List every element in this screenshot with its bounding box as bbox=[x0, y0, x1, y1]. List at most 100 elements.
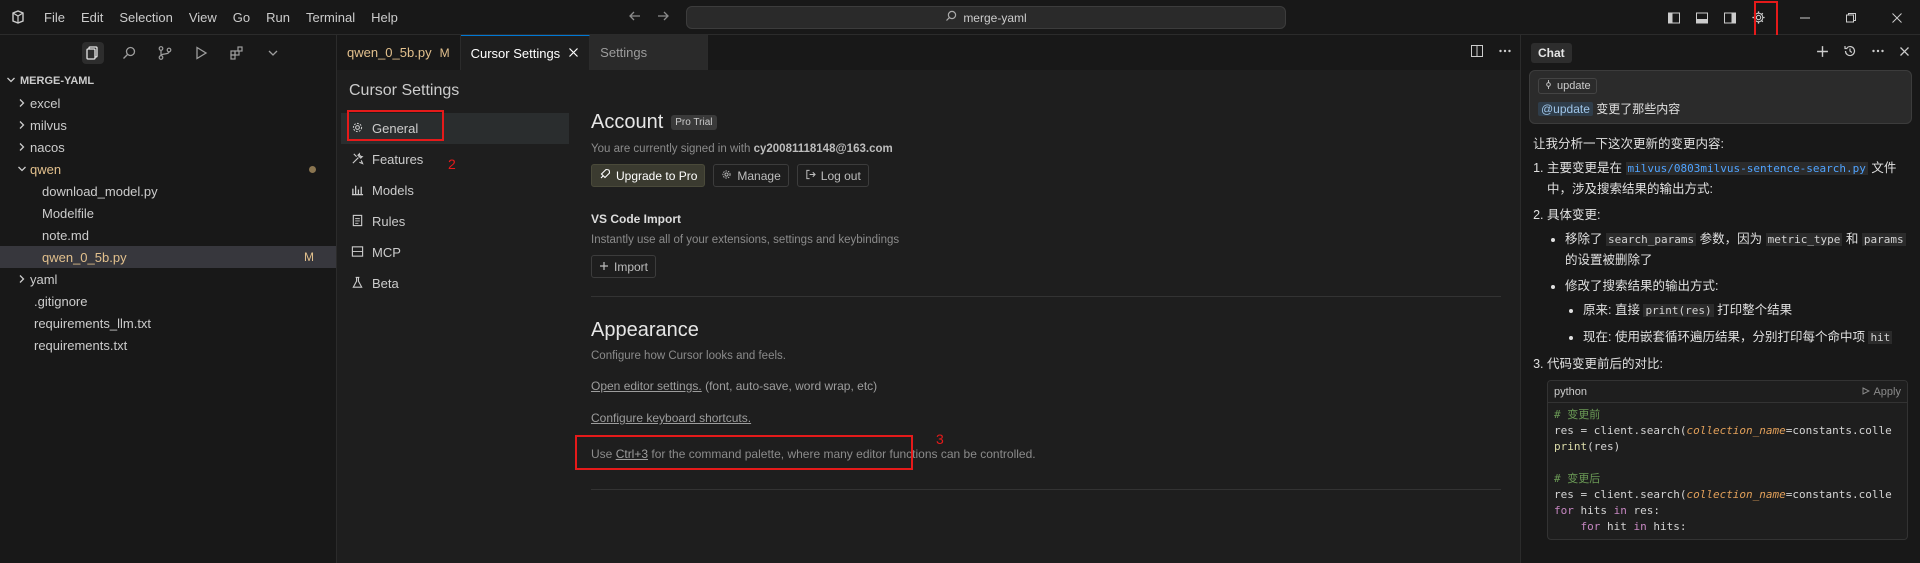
minimize-icon[interactable] bbox=[1782, 0, 1828, 35]
code-token: collection_name bbox=[1686, 424, 1786, 437]
appearance-heading: Appearance bbox=[591, 319, 699, 341]
code-comment: # 变更前 bbox=[1554, 408, 1601, 421]
search-view-icon[interactable] bbox=[118, 42, 140, 64]
tree-item-yaml[interactable]: yaml bbox=[0, 268, 336, 290]
play-icon bbox=[1862, 382, 1871, 402]
chat-tab[interactable]: Chat bbox=[1531, 42, 1572, 63]
rocket-icon bbox=[599, 168, 611, 183]
menu-go[interactable]: Go bbox=[225, 0, 258, 35]
close-icon[interactable] bbox=[568, 46, 579, 61]
tab-settings[interactable]: Settings bbox=[590, 35, 709, 70]
settings-nav-rules[interactable]: Rules bbox=[341, 206, 569, 237]
upgrade-to-pro-button[interactable]: Upgrade to Pro bbox=[591, 164, 706, 187]
command-center-search[interactable]: merge-yaml bbox=[686, 6, 1286, 29]
primary-sidebar: MERGE-YAML excel milvus nacos qwen downl… bbox=[0, 35, 337, 563]
annotation-box-editor-settings bbox=[575, 435, 913, 470]
import-label: Import bbox=[614, 259, 649, 274]
text: 的设置被删除了 bbox=[1565, 253, 1653, 267]
settings-nav-beta[interactable]: Beta bbox=[341, 268, 569, 299]
annotation-box-general bbox=[347, 110, 444, 141]
menu-help[interactable]: Help bbox=[363, 0, 406, 35]
settings-nav-mcp[interactable]: MCP bbox=[341, 237, 569, 268]
close-window-icon[interactable] bbox=[1874, 0, 1920, 35]
user-prompt-bubble[interactable]: update @update 变更了那些内容 bbox=[1529, 70, 1912, 124]
log-out-button[interactable]: Log out bbox=[796, 164, 869, 187]
code-token: in bbox=[1633, 520, 1647, 533]
settings-nav-label: MCP bbox=[372, 245, 401, 260]
code-token: hits bbox=[1573, 504, 1614, 517]
section-divider bbox=[591, 489, 1501, 490]
context-chip[interactable]: update bbox=[1538, 78, 1597, 94]
chevron-down-icon[interactable] bbox=[262, 42, 284, 64]
menu-view[interactable]: View bbox=[181, 0, 225, 35]
toggle-secondary-sidebar-icon[interactable] bbox=[1716, 0, 1744, 35]
editor-settings-hint: (font, auto-save, word wrap, etc) bbox=[705, 379, 878, 393]
account-buttons: Upgrade to Pro Manage Log out bbox=[591, 164, 1501, 187]
cursor-logo-icon bbox=[0, 0, 36, 35]
vscode-import-heading: VS Code Import bbox=[591, 212, 682, 226]
menu-run[interactable]: Run bbox=[258, 0, 298, 35]
tree-item-download-model[interactable]: download_model.py bbox=[0, 180, 336, 202]
menu-terminal[interactable]: Terminal bbox=[298, 0, 363, 35]
text: 代码变更前后的对比: bbox=[1547, 357, 1663, 371]
account-email: cy20081118148@163.com bbox=[753, 143, 893, 155]
account-section-header: Account Pro Trial bbox=[591, 107, 1501, 137]
tree-item-requirements-llm[interactable]: requirements_llm.txt bbox=[0, 312, 336, 334]
more-actions-icon[interactable] bbox=[1498, 44, 1512, 61]
list-item: 原来: 直接 print(res) 打印整个结果 bbox=[1583, 300, 1908, 321]
tree-item-note[interactable]: note.md bbox=[0, 224, 336, 246]
close-icon[interactable] bbox=[1899, 45, 1910, 60]
tree-item-qwen-0-5b[interactable]: qwen_0_5b.py M bbox=[0, 246, 336, 268]
restore-icon[interactable] bbox=[1828, 0, 1874, 35]
new-chat-plus-icon[interactable] bbox=[1816, 45, 1829, 61]
tree-item-excel[interactable]: excel bbox=[0, 92, 336, 114]
code-line: # 变更前 bbox=[1554, 407, 1901, 423]
history-icon[interactable] bbox=[1843, 44, 1857, 61]
run-debug-icon[interactable] bbox=[190, 42, 212, 64]
tree-item-label: note.md bbox=[42, 227, 89, 243]
file-link[interactable]: milvus/0803milvus-sentence-search.py bbox=[1625, 162, 1868, 175]
annotation-number-2: 2 bbox=[448, 156, 456, 172]
tree-item-qwen[interactable]: qwen bbox=[0, 158, 336, 180]
back-arrow-icon[interactable] bbox=[628, 9, 642, 26]
split-editor-icon[interactable] bbox=[1470, 44, 1484, 61]
manage-label: Manage bbox=[737, 168, 781, 183]
forward-arrow-icon[interactable] bbox=[656, 9, 670, 26]
apply-button[interactable]: Apply bbox=[1862, 382, 1901, 402]
tree-item-requirements[interactable]: requirements.txt bbox=[0, 334, 336, 356]
explorer-icon[interactable] bbox=[82, 41, 104, 64]
open-editor-settings-link[interactable]: Open editor settings. bbox=[591, 379, 702, 393]
import-button[interactable]: Import bbox=[591, 255, 657, 278]
more-actions-icon[interactable] bbox=[1871, 44, 1885, 61]
source-control-icon[interactable] bbox=[154, 42, 176, 64]
tree-item-milvus[interactable]: milvus bbox=[0, 114, 336, 136]
tree-item-modelfile[interactable]: Modelfile bbox=[0, 202, 336, 224]
tab-cursor-settings[interactable]: Cursor Settings bbox=[460, 35, 591, 70]
toggle-primary-sidebar-icon[interactable] bbox=[1660, 0, 1688, 35]
menu-bar: File Edit Selection View Go Run Terminal… bbox=[36, 0, 406, 35]
text: 移除了 bbox=[1565, 232, 1603, 246]
configure-keyboard-shortcuts-link[interactable]: Configure keyboard shortcuts. bbox=[591, 411, 751, 425]
manage-button[interactable]: Manage bbox=[713, 164, 789, 187]
extensions-icon[interactable] bbox=[226, 42, 248, 64]
tab-qwen-0-5b[interactable]: qwen_0_5b.py M bbox=[337, 35, 461, 70]
toggle-panel-icon[interactable] bbox=[1688, 0, 1716, 35]
modified-badge: M bbox=[304, 250, 314, 264]
tree-item-gitignore[interactable]: .gitignore bbox=[0, 290, 336, 312]
menu-file[interactable]: File bbox=[36, 0, 73, 35]
menu-selection[interactable]: Selection bbox=[111, 0, 180, 35]
chevron-down-icon bbox=[14, 164, 30, 174]
chat-header: Chat bbox=[1521, 35, 1920, 70]
settings-nav-label: Models bbox=[372, 183, 414, 198]
code-line: print(res) bbox=[1554, 439, 1901, 455]
tree-item-label: Modelfile bbox=[42, 205, 95, 221]
tree-item-nacos[interactable]: nacos bbox=[0, 136, 336, 158]
list-item: 移除了 search_params 参数，因为 metric_type 和 pa… bbox=[1565, 229, 1908, 270]
menu-edit[interactable]: Edit bbox=[73, 0, 111, 35]
plan-badge: Pro Trial bbox=[671, 114, 717, 130]
code-line: for hit in hits: bbox=[1554, 519, 1901, 535]
title-bar: File Edit Selection View Go Run Terminal… bbox=[0, 0, 1920, 35]
settings-nav-models[interactable]: Models bbox=[341, 175, 569, 206]
explorer-root-header[interactable]: MERGE-YAML bbox=[0, 70, 336, 92]
